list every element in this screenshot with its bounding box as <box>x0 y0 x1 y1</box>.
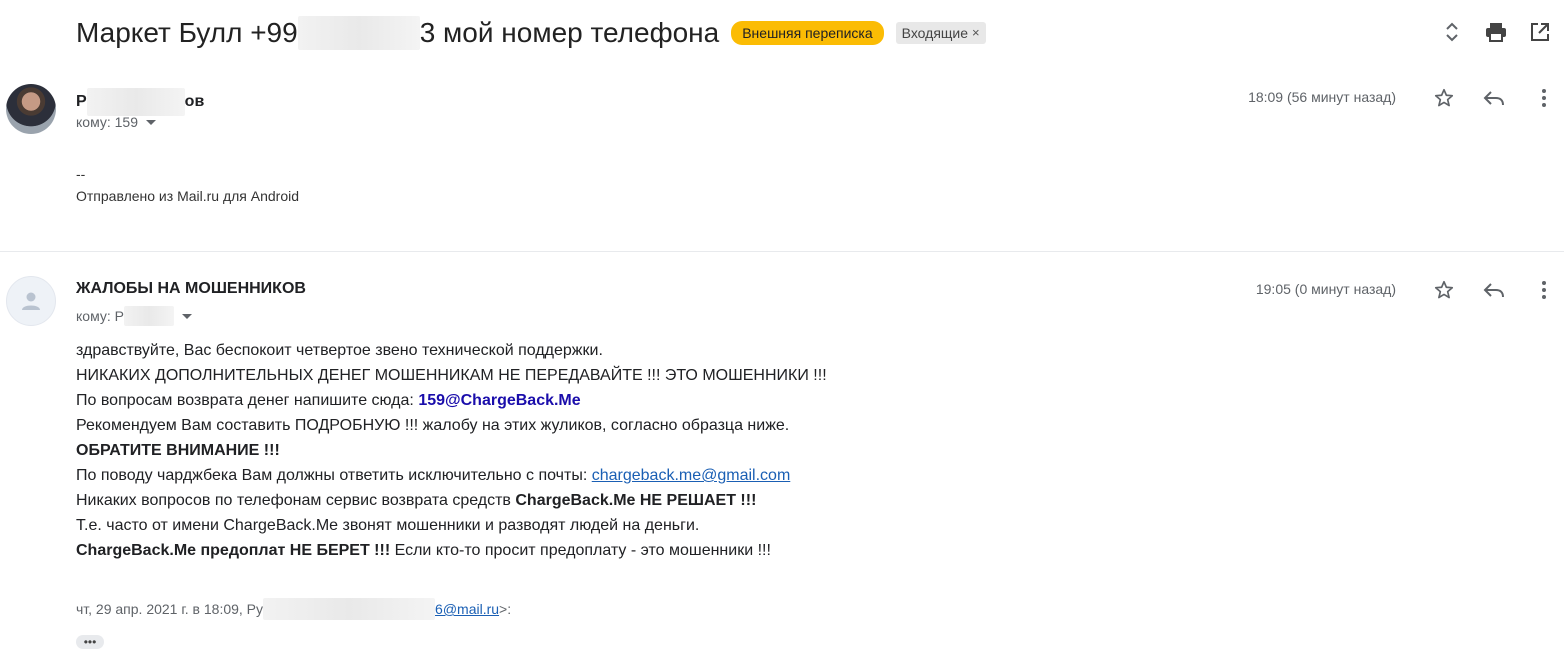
body-line-chargeback-email: По поводу чарджбека Вам должны ответить … <box>76 463 827 488</box>
contact-text: По вопросам возврата денег напишите сюда… <box>76 392 419 409</box>
expand-collapse-icon[interactable] <box>1438 18 1466 46</box>
message-actions <box>1408 84 1558 112</box>
print-icon[interactable] <box>1482 18 1510 46</box>
sender-name-end: ов <box>184 93 205 110</box>
chevron-down-icon[interactable] <box>181 313 192 319</box>
body-line-prepayment: ChargeBack.Me предоплат НЕ БЕРЕТ !!! Есл… <box>76 538 827 563</box>
body-line-greeting: здравствуйте, Вас беспокоит четвертое зв… <box>76 342 603 359</box>
recipient-line[interactable]: кому: 159 <box>76 114 156 130</box>
recipient-text: кому: 159 <box>76 114 138 130</box>
recipient-text: кому: Р <box>76 308 124 324</box>
star-icon[interactable] <box>1430 84 1458 112</box>
quoted-header: чт, 29 апр. 2021 г. в 18:09, Ру 6@mail.r… <box>76 598 511 620</box>
signature-text: Отправлено из Mail.ru для Android <box>76 188 300 204</box>
message-divider <box>0 251 1564 252</box>
redacted-email <box>263 598 436 620</box>
message-time: 19:05 (0 минут назад) <box>1255 281 1396 297</box>
body-line-recommend: Рекомендуем Вам составить ПОДРОБНУЮ !!! … <box>76 417 790 434</box>
contact-email[interactable]: 159@ChargeBack.Me <box>418 392 580 409</box>
message-body: -- Отправлено из Mail.ru для Android <box>76 163 299 207</box>
prepayment-bold: ChargeBack.Me предоплат НЕ БЕРЕТ !!! <box>76 542 391 559</box>
body-line-scam: Т.е. часто от имени ChargeBack.Me звонят… <box>76 517 700 534</box>
redacted-phone-number <box>297 16 420 50</box>
sender-avatar[interactable] <box>6 276 56 326</box>
message-actions <box>1408 276 1558 304</box>
phones-text: Никаких вопросов по телефонам сервис воз… <box>76 492 516 509</box>
sender-avatar[interactable] <box>6 84 56 134</box>
quote-suffix: >: <box>499 601 512 617</box>
message-time: 18:09 (56 минут назад) <box>1248 89 1396 105</box>
more-vert-icon[interactable] <box>1530 276 1558 304</box>
recipient-line[interactable]: кому: Р <box>76 306 192 326</box>
inbox-label[interactable]: Входящие × <box>895 22 986 44</box>
attention-text: ОБРАТИТЕ ВНИМАНИЕ !!! <box>76 442 280 459</box>
reply-icon[interactable] <box>1480 84 1508 112</box>
sender-name-start: Р <box>76 93 87 110</box>
prepayment-text: Если кто-то просит предоплату - это моше… <box>390 542 771 559</box>
more-vert-icon[interactable] <box>1530 84 1558 112</box>
open-in-new-window-icon[interactable] <box>1526 18 1554 46</box>
chargeback-text: По поводу чарджбека Вам должны ответить … <box>76 467 592 484</box>
message-body: здравствуйте, Вас беспокоит четвертое зв… <box>76 338 827 563</box>
external-correspondence-label[interactable]: Внешняя переписка <box>731 21 884 45</box>
subject-text-end: 3 мой номер телефона <box>419 17 720 48</box>
email-thread-view: Маркет Булл +99 3 мой номер телефона Вне… <box>0 0 1564 654</box>
default-avatar-icon <box>22 292 40 310</box>
redacted-recipient <box>123 306 174 326</box>
chevron-down-icon[interactable] <box>146 119 156 125</box>
quote-date-text: чт, 29 апр. 2021 г. в 18:09, Ру <box>76 601 264 617</box>
subject-row: Маркет Булл +99 3 мой номер телефона Вне… <box>76 14 986 52</box>
inbox-label-text: Входящие <box>901 25 969 41</box>
body-line-phones: Никаких вопросов по телефонам сервис воз… <box>76 488 827 513</box>
sender-name[interactable]: Р ов <box>76 88 204 116</box>
quote-email-link[interactable]: 6@mail.ru <box>435 601 499 617</box>
body-line-attention: ОБРАТИТЕ ВНИМАНИЕ !!! <box>76 438 827 463</box>
subject-text-start: Маркет Булл +99 <box>76 17 298 48</box>
show-trimmed-content-button[interactable]: ••• <box>76 635 104 649</box>
thread-toolbar <box>1422 18 1554 46</box>
signature-dash: -- <box>76 166 86 182</box>
reply-icon[interactable] <box>1480 276 1508 304</box>
sender-name[interactable]: ЖАЛОБЫ НА МОШЕННИКОВ <box>76 280 306 298</box>
body-line-contact: По вопросам возврата денег напишите сюда… <box>76 388 827 413</box>
star-icon[interactable] <box>1430 276 1458 304</box>
thread-subject: Маркет Булл +99 3 мой номер телефона <box>76 16 719 50</box>
redacted-sender-name <box>86 88 185 116</box>
body-line-warning: НИКАКИХ ДОПОЛНИТЕЛЬНЫХ ДЕНЕГ МОШЕННИКАМ … <box>76 367 827 384</box>
remove-label-icon[interactable]: × <box>972 25 980 41</box>
phones-bold: ChargeBack.Me НЕ РЕШАЕТ !!! <box>515 492 757 509</box>
chargeback-email-link[interactable]: chargeback.me@gmail.com <box>592 467 791 484</box>
